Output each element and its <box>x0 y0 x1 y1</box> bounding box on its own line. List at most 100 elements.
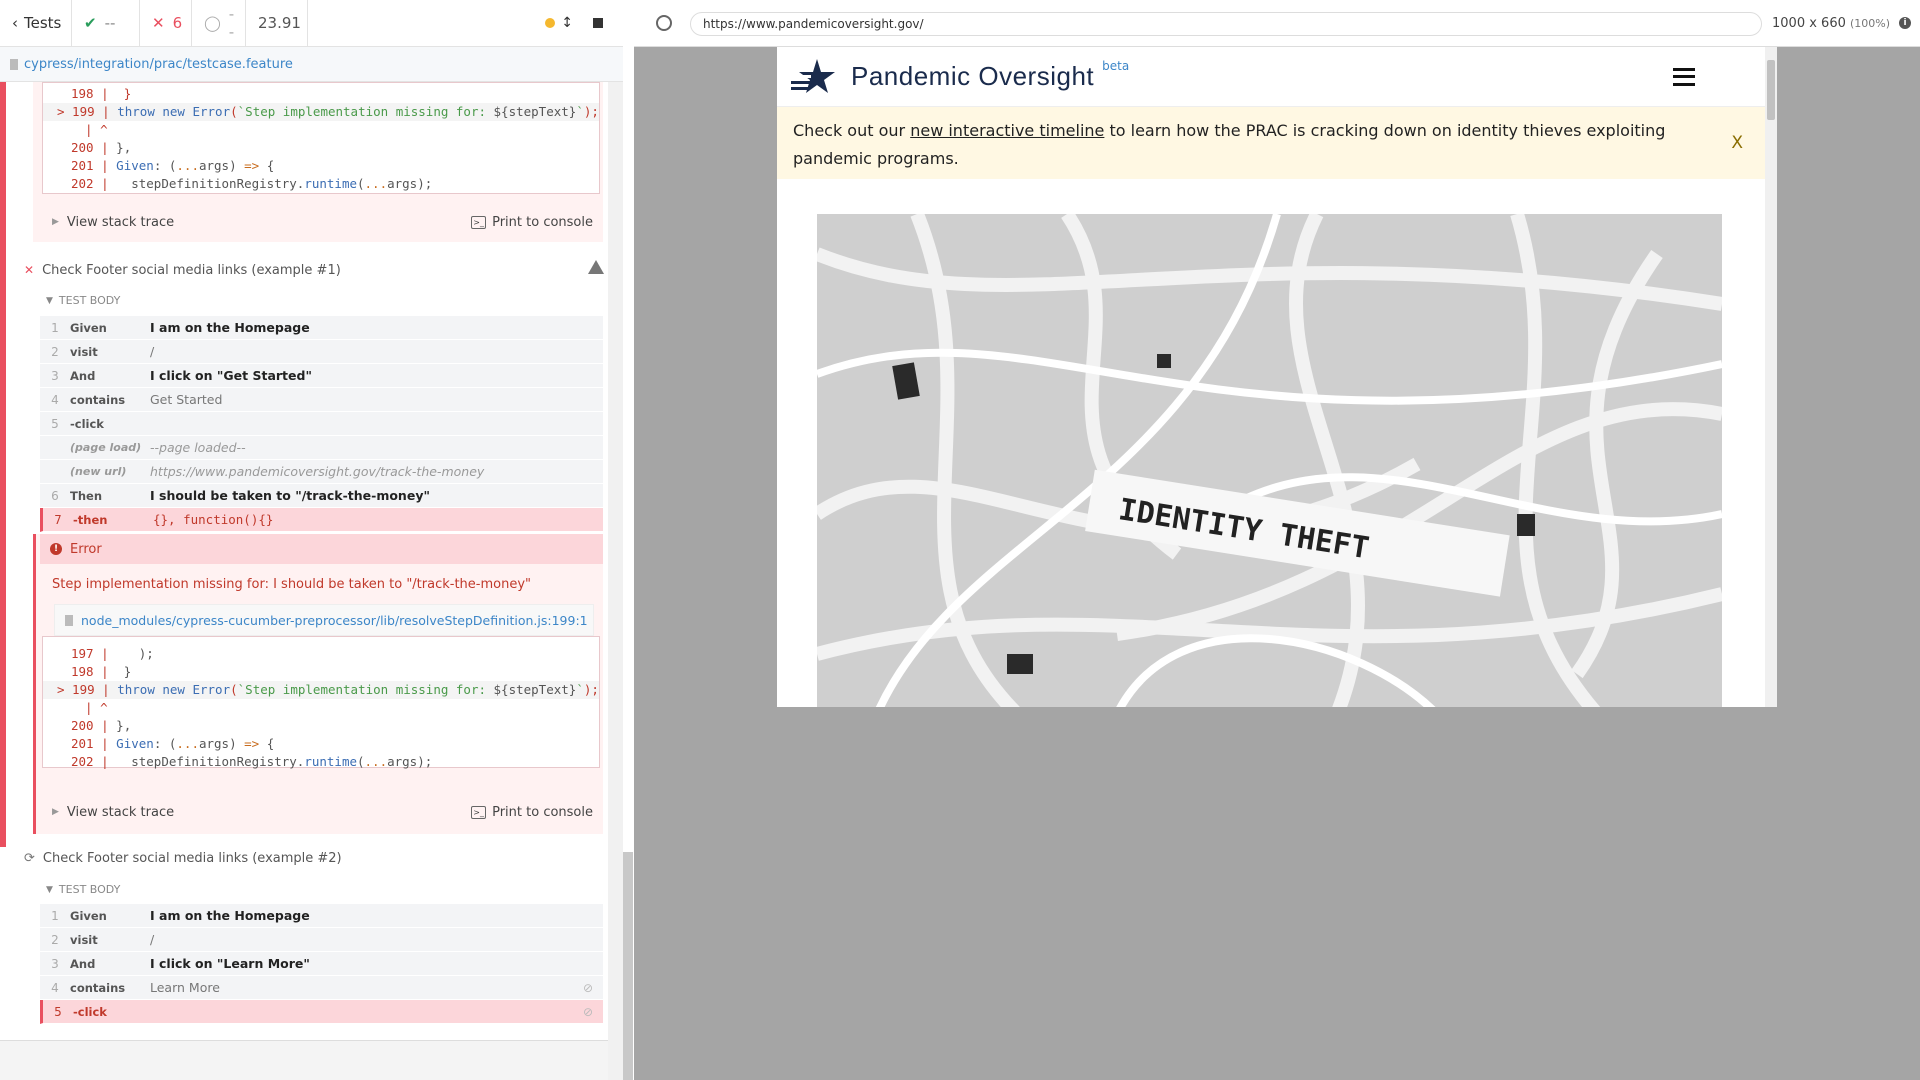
line-number: 197 | <box>71 646 109 661</box>
command-name: -click <box>70 416 104 431</box>
hero-image: IDENTITY THEFT <box>817 214 1722 707</box>
view-stack-trace-toggle[interactable]: ▶ View stack trace <box>42 805 174 820</box>
command-name: -click <box>73 1004 107 1019</box>
command-message: --page loaded-- <box>150 440 246 455</box>
reporter-scrollbar-thumb[interactable] <box>623 852 633 1080</box>
command-message: I should be taken to "/track-the-money" <box>150 488 430 503</box>
command-number: 5 <box>51 416 59 431</box>
command-number: 4 <box>51 392 59 407</box>
command-name: -then <box>73 512 108 527</box>
code-text: } <box>108 664 132 679</box>
file-icon <box>10 58 18 70</box>
command-row[interactable]: 2 visit / <box>40 340 603 364</box>
code-text: ^ <box>100 700 108 715</box>
viewport-dimensions: 1000 x 660 <box>1772 16 1846 31</box>
command-row[interactable]: 4 contains Learn More ⊘ <box>40 976 603 1000</box>
reporter-commands: 198 | } > 199 | throw new Error(`Step im… <box>0 82 608 1040</box>
url-input[interactable]: https://www.pandemicoversight.gov/ <box>690 12 1762 36</box>
command-number: 2 <box>51 932 59 947</box>
site-header: Pandemic Oversight beta <box>777 47 1765 107</box>
command-message: https://www.pandemicoversight.gov/track-… <box>150 464 485 479</box>
code-text: ^ <box>100 122 108 137</box>
command-name: Given <box>70 908 107 923</box>
refresh-icon: ⟳ <box>24 850 35 866</box>
command-row[interactable]: 4 contains Get Started <box>40 388 603 412</box>
view-stack-label: View stack trace <box>66 214 175 230</box>
warning-icon[interactable] <box>588 260 604 274</box>
command-row[interactable]: (page load) --page loaded-- <box>40 436 603 460</box>
print-label: Print to console <box>492 214 593 230</box>
site-title-bold: Oversight <box>978 61 1095 91</box>
triangle-right-icon: ▶ <box>52 217 59 227</box>
line-number: 202 | <box>71 176 109 191</box>
command-message: I click on "Learn More" <box>150 956 310 971</box>
stack-trace-row: ▶ View stack trace >_ Print to console <box>42 797 603 827</box>
code-text: } <box>108 86 132 101</box>
command-name: contains <box>70 980 126 995</box>
command-number: 2 <box>51 344 59 359</box>
command-row[interactable]: 5 -click <box>40 412 603 436</box>
test-title-example-2[interactable]: ⟳ Check Footer social media links (examp… <box>24 846 342 870</box>
url-text: https://www.pandemicoversight.gov/ <box>703 17 924 31</box>
hamburger-menu-icon[interactable] <box>1673 67 1695 86</box>
stop-button[interactable] <box>593 18 603 28</box>
print-to-console-button[interactable]: >_ Print to console <box>471 805 603 820</box>
command-message: Learn More <box>150 980 220 995</box>
viewport-size: 1000 x 660 (100%) <box>1772 16 1890 31</box>
command-number: 4 <box>51 980 59 995</box>
test-body-toggle[interactable]: ▼ TEST BODY <box>46 294 120 307</box>
command-row[interactable]: 1 Given I am on the Homepage <box>40 904 603 928</box>
command-row[interactable]: 3 And I click on "Get Started" <box>40 364 603 388</box>
spec-path-link[interactable]: cypress/integration/prac/testcase.featur… <box>24 57 293 72</box>
failed-count: ✕ 6 <box>140 0 192 47</box>
console-icon: >_ <box>471 215 487 229</box>
site-title[interactable]: Pandemic Oversight <box>851 61 1094 92</box>
line-number: | <box>85 700 93 715</box>
aut-scrollbar-thumb[interactable] <box>1767 60 1775 120</box>
command-row[interactable]: (new url) https://www.pandemicoversight.g… <box>40 460 603 484</box>
line-number: 201 | <box>71 736 109 751</box>
tests-button[interactable]: ‹ Tests <box>0 0 72 47</box>
test-title-example-1[interactable]: ✕ Check Footer social media links (examp… <box>24 258 341 282</box>
code-text: stepDefinitionRegistry.runtime(...args); <box>131 754 433 769</box>
command-name: visit <box>70 344 98 359</box>
command-row-failed[interactable]: 5 -click ⊘ <box>40 1000 603 1024</box>
reporter-scrollbar-track[interactable] <box>608 82 623 1080</box>
aut-scrollbar-track[interactable] <box>1765 47 1777 707</box>
duration: 23.91 <box>246 0 308 47</box>
command-name: (page load) <box>70 441 142 454</box>
file-icon <box>65 614 73 626</box>
error-title: Error <box>70 541 102 557</box>
command-row-failed[interactable]: 7 -then {}, function(){} <box>40 508 603 532</box>
error-message: Step implementation missing for: I shoul… <box>52 577 532 592</box>
print-to-console-button[interactable]: >_ Print to console <box>471 215 603 230</box>
aut-url-bar: https://www.pandemicoversight.gov/ 1000 … <box>634 0 1920 47</box>
view-stack-trace-toggle[interactable]: ▶ View stack trace <box>42 215 174 230</box>
line-number: 202 | <box>71 754 109 769</box>
command-row[interactable]: 1 Given I am on the Homepage <box>40 316 603 340</box>
error-file-link[interactable]: node_modules/cypress-cucumber-preprocess… <box>54 604 594 636</box>
triangle-down-icon: ▼ <box>46 295 53 306</box>
test-body-toggle[interactable]: ▼ TEST BODY <box>46 883 120 896</box>
line-number: 198 | <box>71 664 109 679</box>
command-name: (new url) <box>70 465 127 478</box>
passed-value: -- <box>104 14 116 32</box>
auto-scroll-icon[interactable]: ↕ <box>561 15 573 31</box>
command-row[interactable]: 3 And I click on "Learn More" <box>40 952 603 976</box>
view-stack-label: View stack trace <box>66 804 175 820</box>
command-row[interactable]: 6 Then I should be taken to "/track-the-mo… <box>40 484 603 508</box>
banner-close-button[interactable]: X <box>1731 129 1743 157</box>
crosshair-icon[interactable] <box>656 15 672 31</box>
triangle-right-icon: ▶ <box>52 807 59 817</box>
info-icon[interactable]: i <box>1899 17 1911 29</box>
command-message: / <box>150 932 155 947</box>
command-row[interactable]: 2 visit / <box>40 928 603 952</box>
test-body-label: TEST BODY <box>58 883 121 896</box>
command-name: contains <box>70 392 126 407</box>
banner-timeline-link[interactable]: new interactive timeline <box>910 121 1104 140</box>
command-name: visit <box>70 932 98 947</box>
code-text: }, <box>116 140 132 155</box>
reporter-panel: ‹ Tests ✔ -- ✕ 6 ◯ -- 23.91 ↕ cypress/in… <box>0 0 623 1080</box>
failed-value: 6 <box>172 14 183 32</box>
command-number: 1 <box>51 908 59 923</box>
